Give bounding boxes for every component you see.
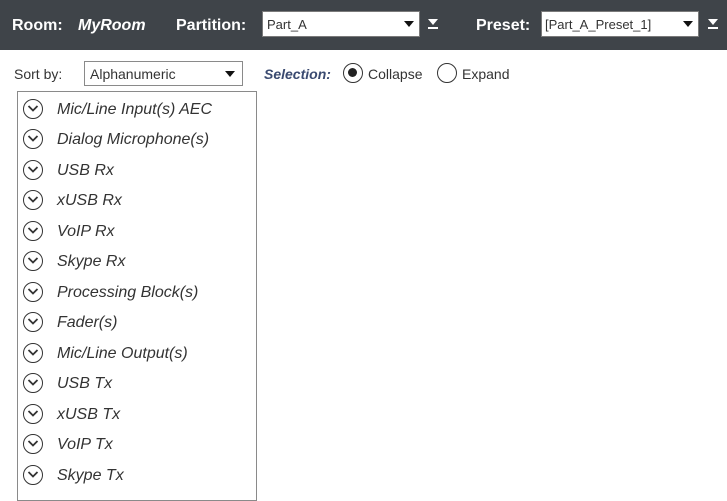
chevron-down-circle-icon[interactable] [23, 465, 43, 485]
group-label: Fader(s) [57, 314, 118, 331]
group-label: VoIP Tx [57, 436, 113, 453]
group-row[interactable]: xUSB Rx [18, 185, 256, 215]
group-label: USB Tx [57, 375, 113, 392]
room-name: MyRoom [78, 17, 146, 34]
group-label: xUSB Tx [57, 406, 121, 423]
chevron-down-circle-icon[interactable] [23, 343, 43, 363]
group-label: Mic/Line Input(s) AEC [57, 101, 213, 118]
group-label: USB Rx [57, 162, 114, 179]
preset-dropdown[interactable]: [Part_A_Preset_1] [541, 11, 699, 37]
room-label: Room: [12, 17, 63, 34]
partition-value: Part_A [267, 17, 307, 32]
group-row[interactable]: Skype Tx [18, 460, 256, 490]
collapse-radio[interactable] [343, 63, 363, 83]
preset-value: [Part_A_Preset_1] [545, 17, 652, 32]
chevron-down-circle-icon[interactable] [23, 373, 43, 393]
chevron-down-circle-icon[interactable] [23, 251, 43, 271]
group-row[interactable]: Skype Rx [18, 246, 256, 276]
group-row[interactable]: USB Tx [18, 368, 256, 398]
sort-by-dropdown[interactable]: Alphanumeric [84, 61, 243, 86]
group-label: VoIP Rx [57, 223, 115, 240]
group-row[interactable]: Processing Block(s) [18, 277, 256, 307]
group-row[interactable]: Dialog Microphone(s) [18, 124, 256, 154]
group-row[interactable]: VoIP Rx [18, 216, 256, 246]
group-label: xUSB Rx [57, 192, 122, 209]
group-label: Skype Rx [57, 253, 126, 270]
selection-label: Selection: [264, 66, 331, 82]
group-label: Skype Tx [57, 467, 124, 484]
collapse-radio-label[interactable]: Collapse [368, 66, 422, 82]
sort-by-value: Alphanumeric [90, 66, 176, 82]
chevron-down-circle-icon[interactable] [23, 404, 43, 424]
radio-selected-dot [348, 68, 357, 77]
expand-radio-label[interactable]: Expand [462, 66, 509, 82]
chevron-down-circle-icon[interactable] [23, 129, 43, 149]
group-label: Processing Block(s) [57, 284, 199, 301]
sort-by-label: Sort by: [14, 66, 63, 82]
preset-label: Preset: [476, 17, 531, 34]
group-list: Mic/Line Input(s) AEC Dialog Microphone(… [17, 91, 257, 501]
group-label: Mic/Line Output(s) [57, 345, 188, 362]
dropdown-caret-icon [404, 21, 414, 27]
chevron-down-circle-icon[interactable] [23, 434, 43, 454]
group-row[interactable]: xUSB Tx [18, 399, 256, 429]
collapse-all-icon[interactable] [707, 18, 719, 30]
chevron-down-circle-icon[interactable] [23, 312, 43, 332]
chevron-down-circle-icon[interactable] [23, 221, 43, 241]
header-bar: Room: MyRoom Partition: Part_A Preset: [… [0, 0, 727, 50]
group-row[interactable]: Fader(s) [18, 307, 256, 337]
chevron-down-circle-icon[interactable] [23, 160, 43, 180]
chevron-down-circle-icon[interactable] [23, 190, 43, 210]
group-row[interactable]: VoIP Tx [18, 429, 256, 459]
dropdown-caret-icon [683, 21, 693, 27]
expand-radio[interactable] [437, 63, 457, 83]
dropdown-caret-icon [225, 71, 235, 77]
partition-dropdown[interactable]: Part_A [262, 11, 420, 37]
group-row[interactable]: Mic/Line Output(s) [18, 338, 256, 368]
group-row[interactable]: USB Rx [18, 155, 256, 185]
chevron-down-circle-icon[interactable] [23, 282, 43, 302]
partition-label: Partition: [176, 17, 247, 34]
collapse-all-icon[interactable] [427, 18, 439, 30]
chevron-down-circle-icon[interactable] [23, 99, 43, 119]
group-label: Dialog Microphone(s) [57, 131, 210, 148]
group-row[interactable]: Mic/Line Input(s) AEC [18, 94, 256, 124]
